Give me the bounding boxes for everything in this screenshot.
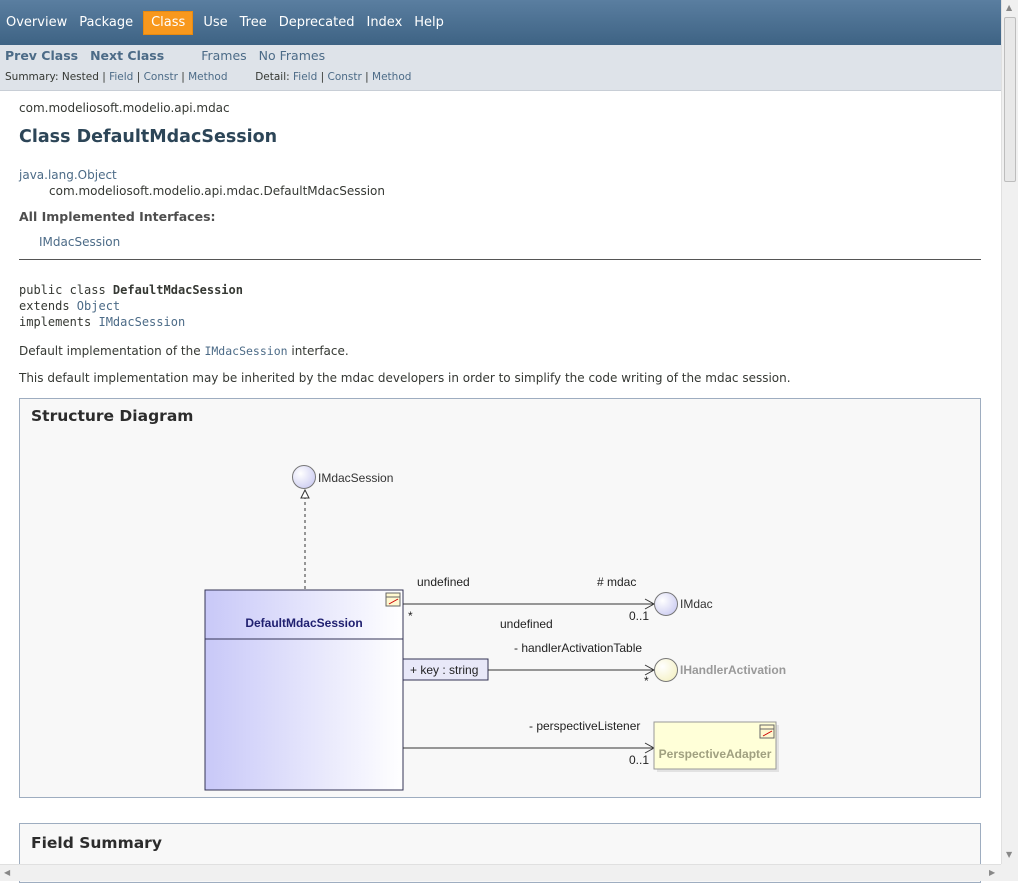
ihandleractivation-interface-icon[interactable] [654, 658, 678, 682]
summary-constr-link[interactable]: Constr [144, 71, 178, 83]
description-paragraph-2: This default implementation may be inher… [19, 371, 791, 385]
qualifier-label: + key : string [410, 663, 478, 677]
summary-method-link[interactable]: Method [188, 71, 227, 83]
perspective-adapter-box[interactable] [653, 721, 777, 770]
desc-interface-link[interactable]: IMdacSession [204, 344, 287, 358]
summary-detail-links: Summary: Nested | Field | Constr | Metho… [5, 71, 412, 83]
page-title: Class DefaultMdacSession [19, 127, 278, 147]
assoc-handler-multiplicity: * [644, 674, 649, 688]
class-stereotype-icon [385, 592, 401, 607]
nav-help[interactable]: Help [408, 12, 450, 34]
structure-diagram-panel: Structure Diagram IMdacSession DefaultMd… [19, 398, 981, 798]
scroll-down-icon[interactable]: ▼ [1006, 850, 1012, 859]
vertical-scroll-thumb[interactable] [1004, 17, 1016, 182]
description-paragraph-1: Default implementation of the IMdacSessi… [19, 344, 349, 358]
class-name-label: DefaultMdacSession [245, 616, 362, 630]
divider [19, 259, 981, 260]
assoc-mdac-role: # mdac [597, 575, 636, 589]
nav-class[interactable]: Class [143, 10, 194, 35]
top-navigation-bar: Overview Package Class Use Tree Deprecat… [0, 0, 1001, 45]
ihandleractivation-label: IHandlerActivation [680, 663, 786, 677]
nav-overview[interactable]: Overview [0, 12, 73, 34]
summary-nested: Nested [61, 71, 99, 83]
imdac-label: IMdac [680, 597, 713, 611]
package-name: com.modeliosoft.modelio.api.mdac [19, 101, 230, 115]
next-class-link[interactable]: Next Class [90, 48, 164, 63]
assoc-handler-role: - handlerActivationTable [514, 641, 642, 655]
scroll-up-icon[interactable]: ▲ [1006, 3, 1012, 12]
desc-text-before: Default implementation of the [19, 344, 205, 358]
horizontal-scrollbar[interactable]: ◀ ▶ [0, 864, 1001, 881]
interfaces-heading: All Implemented Interfaces: [19, 209, 216, 224]
nav-tree[interactable]: Tree [234, 12, 273, 34]
scroll-left-icon[interactable]: ◀ [4, 868, 10, 877]
nav-use[interactable]: Use [197, 12, 233, 34]
assoc-perspective-role: - perspectiveListener [529, 719, 640, 733]
signature-line-3: implements IMdacSession [19, 315, 185, 329]
signature-modifiers: public class [19, 283, 113, 297]
summary-label: Summary: [5, 71, 59, 83]
adapter-stereotype-icon [759, 724, 775, 739]
scrollbar-corner [1001, 864, 1018, 881]
signature-line-2: extends Object [19, 299, 120, 313]
inheritance-root-link[interactable]: java.lang.Object [19, 168, 117, 182]
interface-link[interactable]: IMdacSession [39, 235, 120, 249]
imdac-interface-icon[interactable] [654, 592, 678, 616]
signature-object-link[interactable]: Object [77, 299, 120, 313]
field-summary-title: Field Summary [31, 834, 162, 852]
summary-field-link[interactable]: Field [109, 71, 133, 83]
nav-index[interactable]: Index [360, 12, 408, 34]
vertical-scrollbar[interactable]: ▲ ▼ [1001, 0, 1018, 864]
no-frames-link[interactable]: No Frames [259, 48, 325, 63]
structure-diagram: IMdacSession DefaultMdacSession undefine… [204, 465, 786, 791]
signature-class-name: DefaultMdacSession [112, 283, 243, 297]
nav-deprecated[interactable]: Deprecated [273, 12, 361, 34]
detail-field-link[interactable]: Field [293, 71, 317, 83]
inheritance-class: com.modeliosoft.modelio.api.mdac.Default… [49, 184, 385, 198]
perspective-adapter-label: PerspectiveAdapter [659, 747, 772, 761]
scroll-right-icon[interactable]: ▶ [989, 868, 995, 877]
signature-interface-link[interactable]: IMdacSession [98, 315, 185, 329]
detail-label: Detail: [255, 71, 290, 83]
prev-class-link[interactable]: Prev Class [5, 48, 78, 63]
detail-constr-link[interactable]: Constr [327, 71, 361, 83]
signature-line-1: public class DefaultMdacSession [19, 283, 243, 297]
assoc-mdac-left-label: undefined [417, 575, 470, 589]
desc-text-after: interface. [287, 344, 349, 358]
frames-link[interactable]: Frames [201, 48, 246, 63]
sub-navigation-bar: Prev Class Next Class Frames No Frames S… [0, 45, 1001, 91]
detail-method-link[interactable]: Method [372, 71, 411, 83]
assoc-mdac-multiplicity: 0..1 [629, 609, 649, 623]
assoc-handler-label: undefined [500, 617, 553, 631]
assoc-perspective-multiplicity: 0..1 [629, 753, 649, 767]
realization-arrowhead-icon [300, 488, 310, 499]
nav-package[interactable]: Package [73, 12, 139, 34]
imdacsession-label: IMdacSession [318, 471, 393, 485]
imdacsession-interface-icon[interactable] [292, 465, 316, 489]
assoc-mdac-star: * [408, 609, 413, 623]
signature-implements: implements [19, 315, 99, 329]
signature-extends: extends [19, 299, 77, 313]
